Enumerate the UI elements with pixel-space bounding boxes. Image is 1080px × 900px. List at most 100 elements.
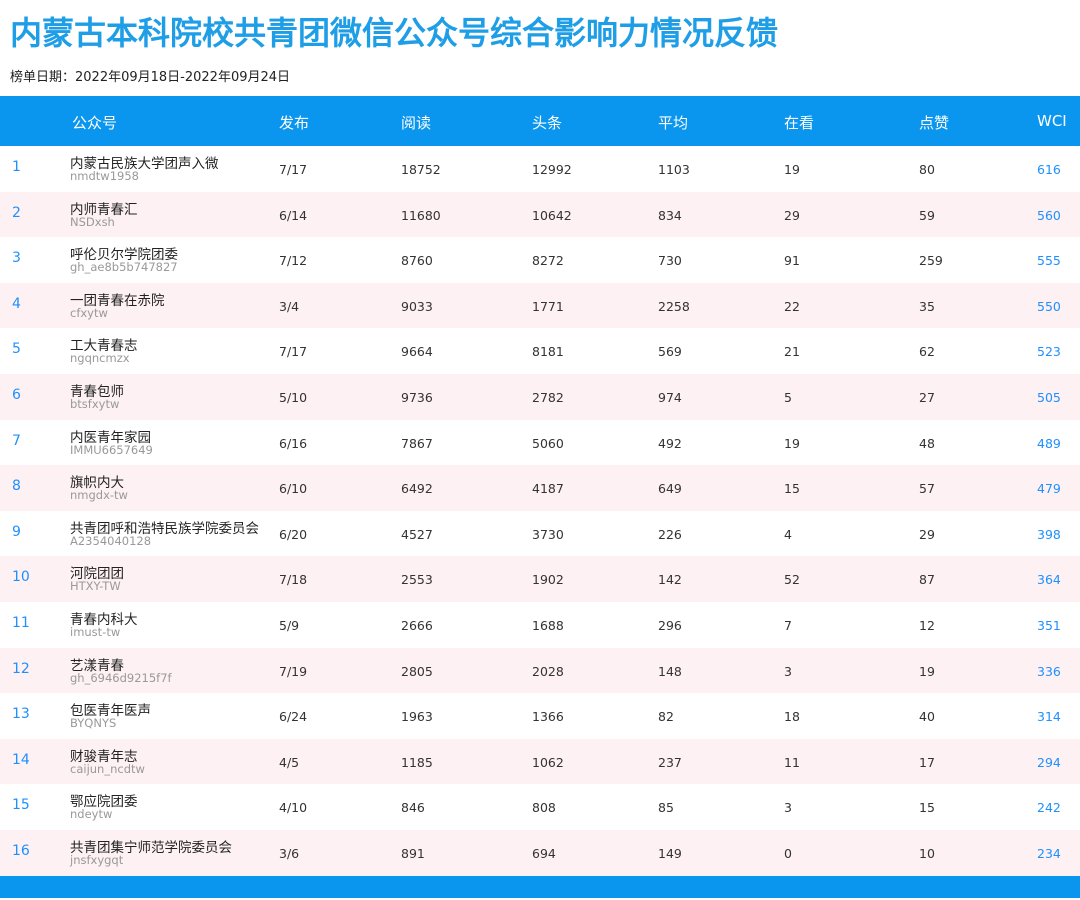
watching-cell: 4 — [784, 526, 792, 542]
rank-number: 6 — [12, 386, 21, 403]
watching-cell: 29 — [784, 207, 800, 223]
account-id: jnsfxygqt — [70, 852, 124, 867]
average-cell: 142 — [658, 572, 682, 588]
headline-cell: 10642 — [532, 207, 572, 223]
wci-cell: 560 — [1037, 207, 1061, 223]
watching-cell: 0 — [784, 845, 792, 861]
rank-number: 3 — [12, 250, 21, 267]
like-cell: 40 — [919, 709, 935, 725]
publish-cell: 7/19 — [279, 663, 308, 679]
headline-cell: 5060 — [532, 435, 564, 451]
account-id: NSDxsh — [70, 214, 115, 229]
like-cell: 87 — [919, 572, 935, 588]
like-cell: 29 — [919, 526, 935, 542]
read-cell: 1185 — [401, 754, 433, 770]
watching-cell: 7 — [784, 617, 792, 633]
table-row: 3 呼伦贝尔学院团委 gh_ae8b5b747827 7/12 8760 8272 730 9… — [0, 237, 1080, 283]
average-cell: 974 — [658, 389, 682, 405]
read-cell: 11680 — [401, 207, 441, 223]
watching-cell: 5 — [784, 389, 792, 405]
table-row: 10 河院团团 HTXY-TW 7/18 2553 1902 142 52 87 364 — [0, 556, 1080, 602]
wci-cell: 523 — [1037, 344, 1061, 360]
publish-cell: 7/17 — [279, 344, 308, 360]
wci-cell: 479 — [1037, 481, 1061, 497]
watching-cell: 52 — [784, 572, 800, 588]
read-cell: 2805 — [401, 663, 433, 679]
like-cell: 15 — [919, 800, 935, 816]
account-id: A2354040128 — [70, 533, 152, 548]
table-row: 16 共青团集宁师范学院委员会 jnsfxygqt 3/6 891 694 149 0 10 23… — [0, 829, 1080, 876]
account-id: ngqncmzx — [70, 351, 130, 366]
watching-cell: 91 — [784, 253, 800, 269]
table-row: 6 青春包师 btsfxytw 5/10 9736 2782 974 5 27 505 — [0, 373, 1080, 420]
like-cell: 35 — [919, 298, 935, 314]
table-row: 8 旗帜内大 nmgdx-tw 6/10 6492 4187 649 15 57 479 — [0, 465, 1080, 511]
like-cell: 10 — [919, 845, 935, 861]
watching-cell: 15 — [784, 481, 800, 497]
read-cell: 1963 — [401, 709, 433, 725]
like-cell: 57 — [919, 481, 935, 497]
table-row: 12 艺漾青春 gh_6946d9215f7f 7/19 2805 2028 148 3 19 3… — [0, 647, 1080, 694]
header-read: 阅读 — [401, 114, 432, 132]
wci-cell: 505 — [1037, 389, 1061, 405]
account-id: ndeytw — [70, 807, 113, 822]
wci-cell: 351 — [1037, 617, 1061, 633]
headline-cell: 694 — [532, 845, 556, 861]
rank-number: 12 — [12, 660, 30, 677]
headline-cell: 3730 — [532, 526, 564, 542]
rank-number: 1 — [12, 159, 21, 175]
watching-cell: 3 — [784, 663, 792, 679]
average-cell: 82 — [658, 709, 674, 725]
rank-number: 8 — [12, 478, 21, 495]
table-row: 1 内蒙古民族大学团声入微 nmdtw1958 7/17 18752 12992 1103 1… — [0, 146, 1080, 192]
publish-cell: 4/10 — [279, 800, 308, 816]
headline-cell: 1688 — [532, 617, 564, 633]
wci-cell: 294 — [1037, 754, 1061, 770]
rank-number: 10 — [12, 569, 30, 586]
account-id: cfxytw — [70, 305, 108, 320]
rank-number: 9 — [12, 523, 21, 540]
account-id: nmgdx-tw — [70, 488, 128, 503]
like-cell: 62 — [919, 344, 935, 360]
publish-cell: 3/4 — [279, 298, 300, 314]
like-cell: 19 — [919, 663, 935, 679]
table-row: 13 包医青年医声 BYQNYS 6/24 1963 1366 82 18 40 314 — [0, 693, 1080, 739]
like-cell: 17 — [919, 754, 935, 770]
like-cell: 80 — [919, 162, 935, 177]
read-cell: 9736 — [401, 389, 433, 405]
watching-cell: 19 — [784, 162, 800, 177]
publish-cell: 5/9 — [279, 617, 300, 633]
ranking-date: 榜单日期：2022年09月18日-2022年09月24日 — [10, 70, 291, 85]
publish-cell: 6/24 — [279, 709, 308, 725]
average-cell: 149 — [658, 845, 682, 861]
like-cell: 27 — [919, 389, 935, 405]
publish-cell: 6/16 — [279, 435, 308, 451]
wci-cell: 234 — [1037, 845, 1061, 861]
table-row: 11 青春内科大 imust-tw 5/9 2666 1688 296 7 12 351 — [0, 601, 1080, 648]
publish-cell: 6/10 — [279, 481, 308, 497]
average-cell: 649 — [658, 481, 682, 497]
publish-cell: 7/17 — [279, 162, 308, 177]
table-row: 7 内医青年家园 IMMU6657649 6/16 7867 5060 492 19 48 489 — [0, 419, 1080, 466]
average-cell: 296 — [658, 617, 682, 633]
wci-cell: 489 — [1037, 435, 1061, 451]
rank-number: 13 — [12, 706, 30, 723]
headline-cell: 1771 — [532, 298, 564, 314]
watching-cell: 3 — [784, 800, 792, 816]
table-row: 15 鄂应院团委 ndeytw 4/10 846 808 85 3 15 242 — [0, 784, 1080, 830]
average-cell: 730 — [658, 253, 682, 269]
headline-cell: 2028 — [532, 663, 564, 679]
header-average: 平均 — [658, 114, 689, 132]
rank-number: 7 — [12, 432, 21, 449]
account-id: IMMU6657649 — [70, 442, 153, 457]
average-cell: 226 — [658, 526, 682, 542]
account-id: nmdtw1958 — [70, 169, 139, 183]
rank-number: 15 — [12, 797, 30, 814]
read-cell: 9033 — [401, 298, 433, 314]
table-row: 14 财骏青年志 caijun_ncdtw 4/5 1185 1062 237 11 17 294 — [0, 738, 1080, 785]
average-cell: 492 — [658, 435, 682, 451]
rank-number: 14 — [12, 751, 30, 768]
read-cell: 8760 — [401, 253, 433, 269]
rank-number: 5 — [12, 341, 21, 358]
table-header: 公众号 发布 阅读 头条 平均 在看 点赞 WCI — [0, 96, 1080, 146]
